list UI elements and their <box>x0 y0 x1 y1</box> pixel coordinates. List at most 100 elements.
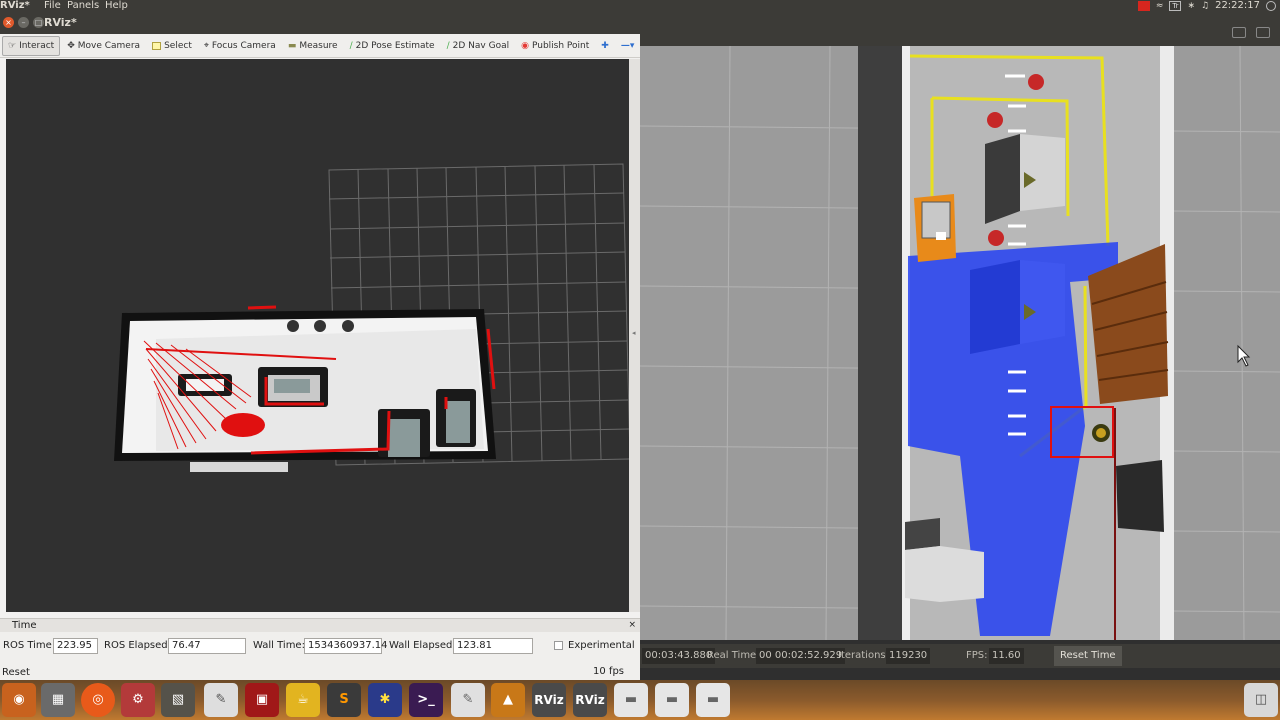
minus-dropdown-icon: —▾ <box>620 40 635 51</box>
dash-home-icon[interactable]: ◉ <box>2 683 36 717</box>
bluetooth-icon[interactable]: ∗ <box>1187 0 1195 12</box>
clock[interactable]: 22:22:17 <box>1215 0 1260 12</box>
rviz-3d-viewport[interactable] <box>6 59 629 612</box>
remove-tool-button[interactable]: —▾ <box>616 36 640 56</box>
stop-sign <box>1028 74 1044 90</box>
fps-value: 11.60 <box>989 648 1024 664</box>
rviz-titlebar: × – □ RViz* <box>0 12 640 34</box>
ros-time-label: ROS Time: <box>3 640 56 651</box>
minimize-window-button[interactable]: – <box>18 17 29 28</box>
gazebo-icon[interactable]: ▲ <box>491 683 525 717</box>
real-time-label: Real Time: <box>707 650 760 661</box>
fps-label: FPS: <box>966 650 988 661</box>
close-window-button[interactable]: × <box>3 17 14 28</box>
ruler-icon: ▬ <box>287 40 297 51</box>
record-indicator-icon[interactable] <box>1137 1 1150 11</box>
wifi-icon[interactable]: ≈ <box>1156 0 1164 12</box>
trash-icon[interactable]: ◫ <box>1244 683 1278 717</box>
hand-icon: ☞ <box>8 40 17 51</box>
time-panel: Time × ROS Time: 223.95 ROS Elapsed: 76.… <box>0 618 640 680</box>
terminal-window-icon[interactable]: ▧ <box>161 683 195 717</box>
disk-drive-icon[interactable]: ▬ <box>655 683 689 717</box>
ros-elapsed-field[interactable]: 76.47 <box>168 638 246 654</box>
files-icon[interactable]: ▦ <box>41 683 75 717</box>
maximize-window-button[interactable]: □ <box>33 17 44 28</box>
focus-camera-label: Focus Camera <box>211 40 276 51</box>
close-icon[interactable]: × <box>628 619 636 632</box>
nav-goal-tool[interactable]: ∕ 2D Nav Goal <box>442 36 515 56</box>
ros-time-field[interactable]: 223.95 <box>53 638 98 654</box>
nav-goal-label: 2D Nav Goal <box>452 40 510 51</box>
disk-drive-icon[interactable]: ▬ <box>696 683 730 717</box>
disk-drive-icon[interactable]: ▬ <box>614 683 648 717</box>
gazebo-3d-viewport[interactable] <box>640 46 1280 640</box>
rviz-toolbar: ☞ Interact ✥ Move Camera Select ⌖ Focus … <box>0 34 640 58</box>
rviz-map-scene <box>114 163 629 472</box>
interact-label: Interact <box>19 40 55 51</box>
gazebo-statusbar: 00:03:43.880 Real Time: 00 00:02:52.929 … <box>640 644 1280 668</box>
iterations-value: 119230 <box>886 648 931 664</box>
stop-sign <box>987 112 1003 128</box>
measure-label: Measure <box>299 40 338 51</box>
measure-tool[interactable]: ▬ Measure <box>283 36 343 56</box>
green-arrow-icon: ∕ <box>349 40 353 51</box>
move-camera-label: Move Camera <box>77 40 141 51</box>
menu-panels[interactable]: Panels <box>67 0 99 12</box>
sim-time-value: 00:03:43.880 <box>642 648 716 664</box>
select-label: Select <box>164 40 192 51</box>
select-tool[interactable]: Select <box>147 36 197 56</box>
gazebo-toolbar <box>640 12 1280 46</box>
robot-footprint-red <box>221 413 265 437</box>
rviz-window-title: RViz* <box>44 16 77 29</box>
experimental-label: Experimental <box>568 640 635 651</box>
fps-readout: 10 fps <box>593 666 624 677</box>
menu-help[interactable]: Help <box>105 0 128 12</box>
text-editor-icon[interactable]: ✎ <box>204 683 238 717</box>
keyboard-layout-indicator[interactable]: Tr <box>1169 1 1182 11</box>
menu-file[interactable]: File <box>44 0 61 12</box>
rviz-side-splitter[interactable]: ◂ <box>629 59 640 612</box>
teapot-icon[interactable]: ☕ <box>286 683 320 717</box>
volume-icon[interactable]: ♫ <box>1201 0 1209 12</box>
left-wall <box>858 46 904 640</box>
notes-icon[interactable]: ✎ <box>451 683 485 717</box>
top-menubar: RViz* File Panels Help ≈ Tr ∗ ♫ 22:22:17 <box>0 0 1280 12</box>
time-panel-header: Time × <box>0 619 640 632</box>
wall-elapsed-field[interactable]: 123.81 <box>453 638 533 654</box>
camera-icon[interactable] <box>1232 27 1246 38</box>
publish-point-label: Publish Point <box>531 40 590 51</box>
ros-elapsed-label: ROS Elapsed: <box>104 640 171 651</box>
wall-time-field[interactable]: 1534360937.14 <box>304 638 388 654</box>
real-time-value: 00 00:02:52.929 <box>756 648 846 664</box>
rviz-launcher-1[interactable]: RViz <box>532 683 566 717</box>
wall-time-label: Wall Time: <box>253 640 305 651</box>
wall-elapsed-label: Wall Elapsed: <box>389 640 456 651</box>
firefox-icon[interactable]: ◎ <box>81 683 115 717</box>
monitor-app-icon[interactable]: ▣ <box>245 683 279 717</box>
sublime-text-icon[interactable]: S <box>327 683 361 717</box>
green-arrow-icon: ∕ <box>446 40 450 51</box>
pose-estimate-tool[interactable]: ∕ 2D Pose Estimate <box>345 36 440 56</box>
network-graph-icon[interactable]: ✱ <box>368 683 402 717</box>
video-icon[interactable] <box>1256 27 1270 38</box>
gear-icon[interactable] <box>1266 1 1276 11</box>
reset-button[interactable]: Reset <box>0 665 32 680</box>
interact-tool[interactable]: ☞ Interact <box>2 35 61 56</box>
plus-icon: ✚ <box>601 40 609 51</box>
crosshair-icon: ⌖ <box>203 40 209 51</box>
publish-point-tool[interactable]: ◉ Publish Point <box>516 36 594 56</box>
taskbar-launcher: ◉ ▦ ◎ ⚙ ▧ ✎ ▣ ☕ S ✱ >_ ✎ ▲ RViz RViz ▬ ▬… <box>0 680 1280 720</box>
pose-estimate-label: 2D Pose Estimate <box>355 40 435 51</box>
reset-time-button[interactable]: Reset Time <box>1054 646 1122 666</box>
move-camera-tool[interactable]: ✥ Move Camera <box>62 36 145 56</box>
rviz-launcher-2[interactable]: RViz <box>573 683 607 717</box>
add-tool-button[interactable]: ✚ <box>596 36 614 56</box>
settings-gear-icon[interactable]: ⚙ <box>121 683 155 717</box>
focus-camera-tool[interactable]: ⌖ Focus Camera <box>199 36 281 56</box>
system-tray: ≈ Tr ∗ ♫ 22:22:17 <box>1137 0 1280 12</box>
terminal-icon[interactable]: >_ <box>409 683 443 717</box>
iterations-label: Iterations: <box>838 650 889 661</box>
gazebo-scene <box>640 46 1280 640</box>
experimental-checkbox[interactable] <box>554 641 563 650</box>
rviz-window: × – □ RViz* ☞ Interact ✥ Move Camera Sel… <box>0 12 640 680</box>
